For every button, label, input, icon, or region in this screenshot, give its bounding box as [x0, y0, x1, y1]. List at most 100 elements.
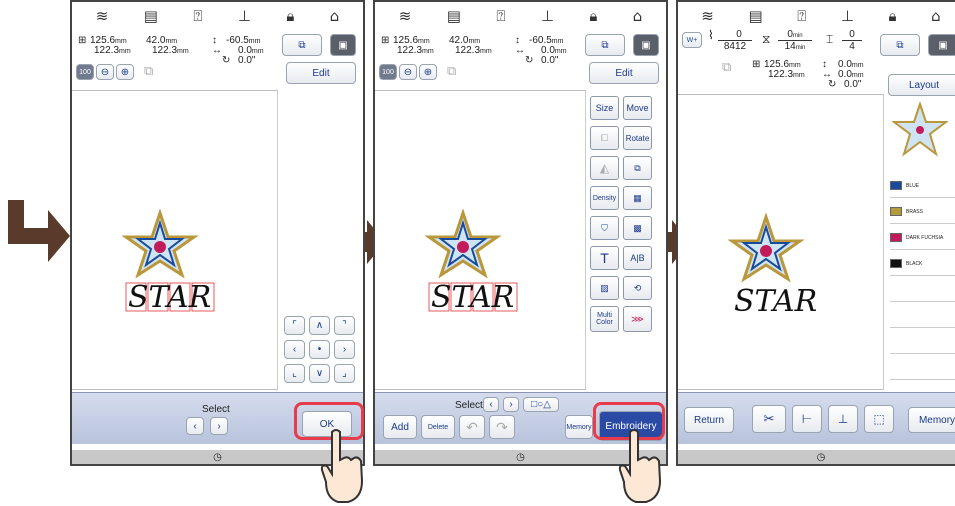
move-left-button[interactable]: ‹	[284, 340, 305, 359]
applique-icon[interactable]: ⟲	[623, 276, 652, 300]
text-spacing-icon[interactable]: A|B	[623, 246, 652, 270]
select-next-button[interactable]: ›	[503, 397, 519, 412]
lock-icon[interactable]: 🔒︎	[589, 7, 597, 25]
return-button[interactable]: Return	[684, 407, 734, 433]
unit-label: mm	[418, 38, 430, 45]
stipple-icon[interactable]: ▨	[590, 276, 619, 300]
wifi-icon[interactable]: ≋	[701, 7, 714, 25]
help-icon[interactable]: ⍰	[193, 7, 202, 25]
flip-icon[interactable]: ◭	[590, 156, 619, 180]
machine-icon[interactable]: ⊥	[238, 7, 251, 25]
delete-button[interactable]: Delete	[421, 415, 455, 439]
zoom-100-button[interactable]: 100	[76, 64, 94, 80]
zoom-out-icon[interactable]: ⊖	[96, 64, 114, 80]
file-icon[interactable]: ▤	[144, 7, 158, 25]
center-point-icon[interactable]: ⊥	[828, 405, 858, 433]
needle-icon: ⌇	[708, 28, 714, 42]
select-shape-button[interactable]: □○△	[523, 397, 559, 412]
layout-label: Layout	[908, 79, 940, 91]
move-up-right-button[interactable]: ⌝	[334, 316, 355, 335]
home-icon[interactable]: ⌂	[330, 7, 340, 25]
design-canvas[interactable]: STAR	[375, 90, 585, 390]
stitch-icon[interactable]: ⋙	[623, 306, 652, 332]
design-canvas[interactable]: STAR	[678, 94, 883, 390]
move-down-left-button[interactable]: ⌞	[284, 364, 305, 383]
rotate-button[interactable]: Rotate	[623, 126, 652, 150]
select-prev-button[interactable]: ‹	[186, 417, 204, 435]
group-icon[interactable]: ⧠	[590, 126, 619, 150]
frame-icon[interactable]: ⧉	[144, 64, 153, 77]
zoom-100-button[interactable]: 100	[379, 64, 397, 80]
help-icon[interactable]: ⍰	[496, 7, 505, 25]
zoom-in-icon[interactable]: ⊕	[419, 64, 437, 80]
move-center-button[interactable]: •	[309, 340, 330, 359]
size-button[interactable]: Size	[590, 96, 619, 120]
edit-screen: ≋ ▤ ⍰ ⊥ 🔒︎ ⌂ ⊞ 125.6mm 122.3mm 42.0mm 12…	[70, 0, 365, 466]
design-info: ⊞ 125.6mm 122.3mm 42.0mm 122.3mm ↕ -60.5…	[375, 30, 666, 90]
thread-swatch	[890, 233, 902, 242]
hoop-icon[interactable]: W+	[682, 32, 702, 48]
file-icon[interactable]: ▤	[748, 7, 762, 25]
select-label: Select	[202, 404, 230, 415]
move-right-button[interactable]: ›	[334, 340, 355, 359]
file-icon[interactable]: ▤	[447, 7, 461, 25]
layout-button[interactable]: Layout	[888, 74, 955, 96]
start-point-icon[interactable]: ⊢	[792, 405, 822, 433]
zoom-in-icon[interactable]: ⊕	[116, 64, 134, 80]
machine-icon[interactable]: ⊥	[541, 7, 554, 25]
move-button[interactable]: Move	[623, 96, 652, 120]
text-tool-icon[interactable]: T	[590, 246, 619, 270]
lock-icon[interactable]: 🔒︎	[286, 7, 294, 25]
display-toggle-button[interactable]: ⧉	[880, 34, 920, 56]
home-icon[interactable]: ⌂	[633, 7, 643, 25]
frame-icon[interactable]: ⧉	[447, 64, 456, 77]
edit-tab[interactable]: Edit	[589, 62, 659, 84]
border-icon[interactable]: ⛉	[590, 216, 619, 240]
time-total: 14	[784, 41, 796, 52]
edit-tab[interactable]: Edit	[286, 62, 356, 84]
density-button[interactable]: Density	[590, 186, 619, 210]
frame-icon[interactable]: ⧉	[722, 60, 731, 73]
add-button[interactable]: Add	[383, 415, 417, 439]
thread-row[interactable]: BRASS	[890, 200, 955, 224]
move-down-button[interactable]: ∨	[309, 364, 330, 383]
move-up-button[interactable]: ∧	[309, 316, 330, 335]
color-palette-icon[interactable]: ▩	[623, 216, 652, 240]
memory-button[interactable]: Memory	[908, 407, 955, 433]
machine-icon[interactable]: ⊥	[841, 7, 854, 25]
move-up-left-button[interactable]: ⌜	[284, 316, 305, 335]
display-toggle-button[interactable]: ⧉	[282, 34, 322, 56]
thread-cut-icon[interactable]: ✂	[752, 405, 786, 433]
zoom-label: 100	[79, 68, 91, 76]
help-icon[interactable]: ⍰	[797, 7, 806, 25]
select-next-button[interactable]: ›	[210, 417, 228, 435]
home-icon[interactable]: ⌂	[931, 7, 941, 25]
array-icon[interactable]: ▦	[623, 186, 652, 210]
camera-button[interactable]: ▣	[633, 34, 659, 56]
thread-row[interactable]: BLUE	[890, 174, 955, 198]
size-icon: ⊞	[752, 59, 761, 70]
select-prev-button[interactable]: ‹	[483, 397, 499, 412]
memory-button[interactable]: Memory	[565, 415, 593, 439]
zoom-out-icon[interactable]: ⊖	[399, 64, 417, 80]
trial-icon[interactable]: ⬚	[864, 405, 894, 433]
unit-label: mm	[422, 48, 434, 55]
edit-label: Edit	[312, 67, 330, 79]
rotate-icon: ↻	[828, 79, 837, 90]
wifi-icon[interactable]: ≋	[399, 7, 412, 25]
lock-icon[interactable]: 🔒︎	[889, 7, 897, 25]
multi-color-button[interactable]: Multi Color	[590, 306, 619, 332]
thread-row[interactable]: DARK FUCHSIA	[890, 226, 955, 250]
display-toggle-button[interactable]: ⧉	[585, 34, 625, 56]
wifi-icon[interactable]: ≋	[96, 7, 109, 25]
duplicate-icon[interactable]: ⧉	[623, 156, 652, 180]
camera-button[interactable]: ▣	[330, 34, 356, 56]
redo-icon[interactable]: ↷	[489, 415, 515, 439]
hand-pointer-icon	[618, 429, 662, 503]
thread-row[interactable]: BLACK	[890, 252, 955, 276]
camera-button[interactable]: ▣	[928, 34, 955, 56]
move-down-right-button[interactable]: ⌟	[334, 364, 355, 383]
star-design: STAR	[728, 213, 817, 319]
design-canvas[interactable]: STAR	[72, 90, 277, 390]
undo-icon[interactable]: ↶	[459, 415, 485, 439]
